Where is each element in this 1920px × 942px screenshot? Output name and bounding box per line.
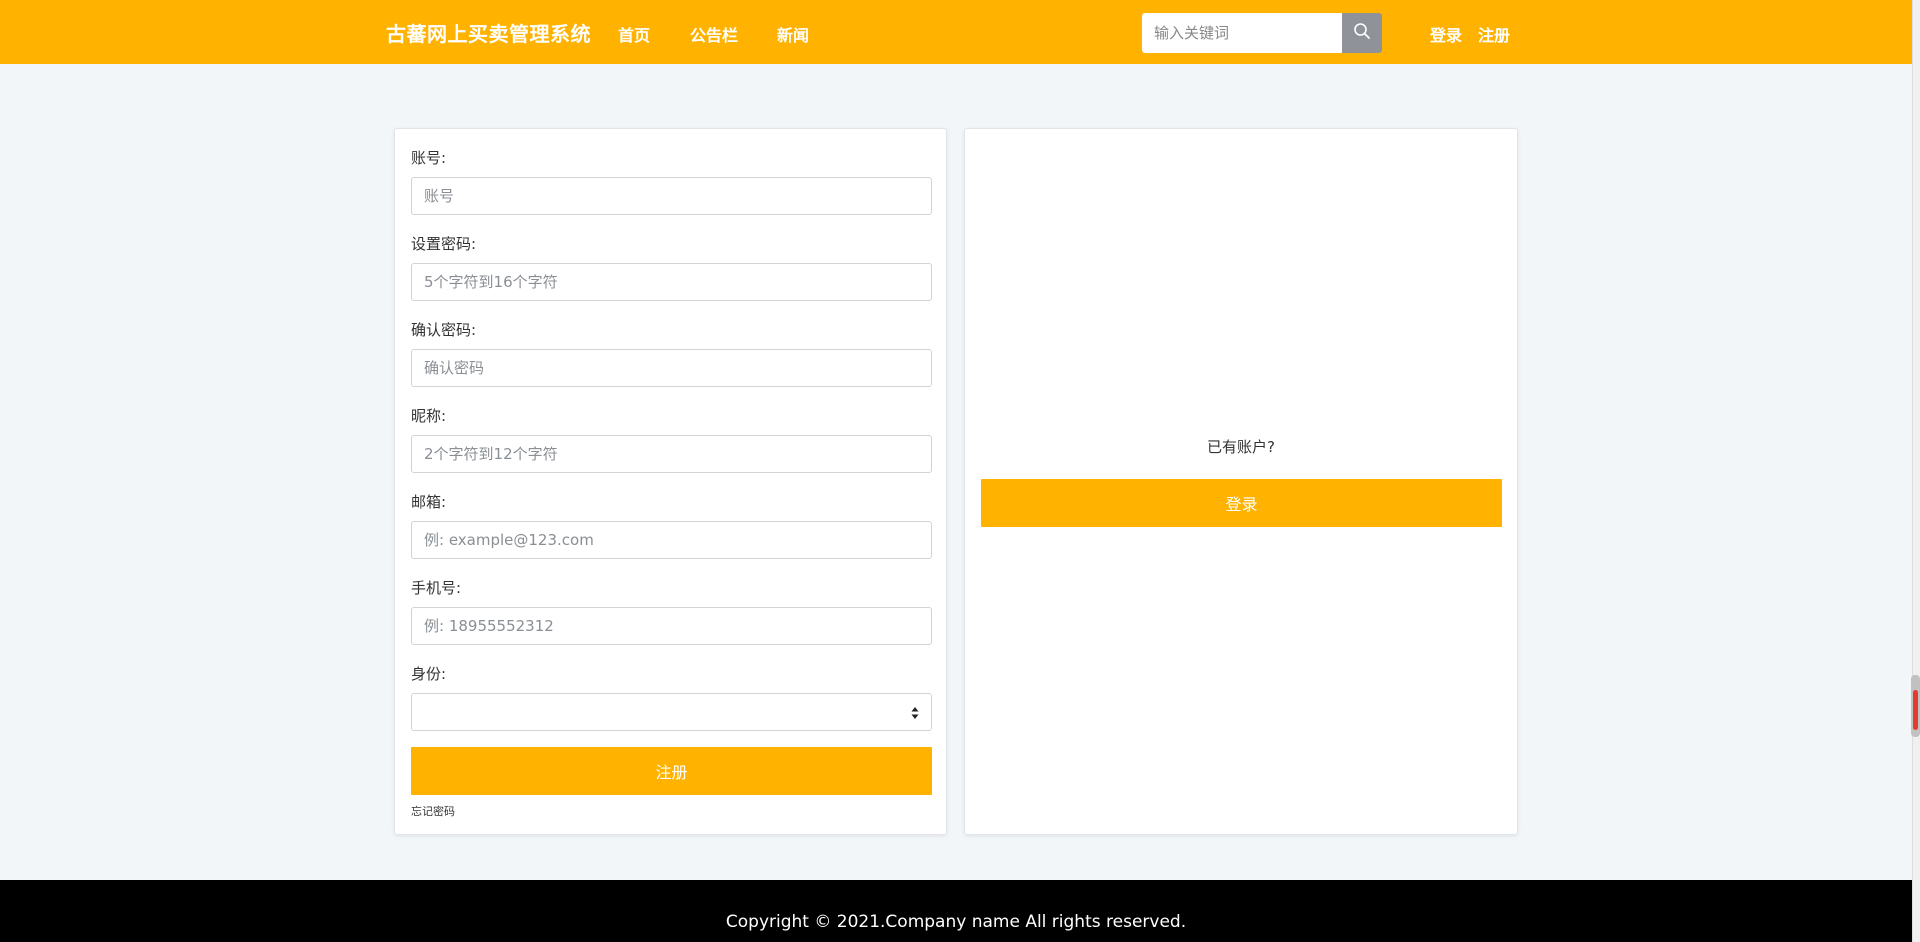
register-button[interactable]: 注册: [411, 747, 932, 795]
identity-select[interactable]: [411, 693, 932, 731]
nickname-input[interactable]: [411, 435, 932, 473]
forgot-password-link[interactable]: 忘记密码: [411, 803, 455, 819]
account-label: 账号:: [411, 149, 447, 167]
copyright-text: Copyright © 2021.Company name All rights…: [725, 912, 1187, 932]
page-scrollbar-track[interactable]: [1912, 0, 1920, 942]
nav-home[interactable]: 首页: [618, 22, 650, 46]
top-navbar: 古蕃网上买卖管理系统 首页 公告栏 新闻 登录 注册: [0, 0, 1912, 64]
phone-label: 手机号:: [411, 579, 462, 597]
nickname-label: 昵称:: [411, 407, 447, 425]
password-label: 设置密码:: [411, 235, 477, 253]
scrollbar-indicator: [1913, 690, 1918, 730]
login-prompt-card: 已有账户? 登录: [964, 128, 1518, 835]
have-account-text: 已有账户?: [1207, 438, 1275, 456]
identity-label: 身份:: [411, 665, 447, 683]
page-footer: [0, 880, 1912, 942]
email-label: 邮箱:: [411, 493, 447, 511]
confirm-password-input[interactable]: [411, 349, 932, 387]
account-input[interactable]: [411, 177, 932, 215]
search-input[interactable]: [1142, 13, 1342, 53]
phone-input[interactable]: [411, 607, 932, 645]
header-login-link[interactable]: 登录: [1430, 22, 1462, 46]
search-bar: [1142, 13, 1382, 53]
search-button[interactable]: [1342, 13, 1382, 53]
header-register-link[interactable]: 注册: [1478, 22, 1510, 46]
register-form-card: 账号: 设置密码: 确认密码: 昵称: 邮箱: 手机号: 身份: 注册 忘记密码: [394, 128, 947, 835]
password-input[interactable]: [411, 263, 932, 301]
site-brand[interactable]: 古蕃网上买卖管理系统: [386, 18, 591, 47]
email-input[interactable]: [411, 521, 932, 559]
nav-announcements[interactable]: 公告栏: [690, 22, 738, 46]
search-icon: [1353, 22, 1371, 44]
login-button[interactable]: 登录: [981, 479, 1502, 527]
select-updown-icon: [911, 705, 919, 719]
nav-news[interactable]: 新闻: [777, 22, 809, 46]
confirm-password-label: 确认密码:: [411, 321, 477, 339]
